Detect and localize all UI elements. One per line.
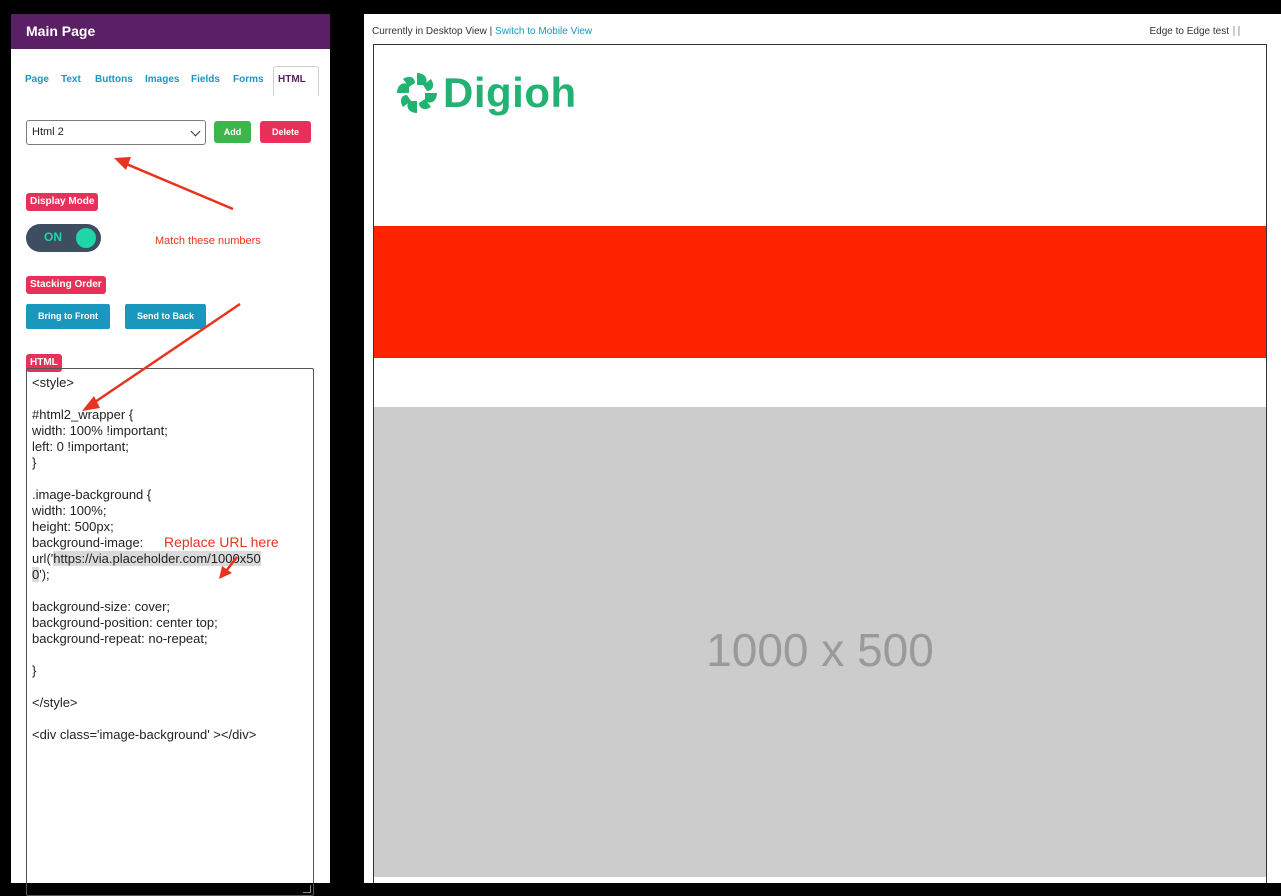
placeholder-image: 1000 x 500 [374,407,1266,877]
code-line: <div class='image-background' ></div> [32,727,257,742]
display-mode-label: Display Mode [26,193,99,211]
tab-buttons[interactable]: Buttons [95,74,133,85]
annotation-replace-url: Replace URL here [164,534,279,550]
red-banner-block [374,226,1266,358]
code-line: '); [39,567,50,582]
tab-text[interactable]: Text [61,74,81,85]
digioh-logo-icon [397,73,437,113]
code-line: <style> [32,375,74,390]
switch-to-mobile-link[interactable]: Switch to Mobile View [495,26,592,37]
highlighted-url: https://via.placeholder.com/1000x50 [53,551,261,566]
tab-forms[interactable]: Forms [233,74,264,85]
test-name: Edge to Edge test [1149,26,1229,37]
code-line: width: 100% !important; [32,423,168,438]
code-line: background-repeat: no-repeat; [32,631,208,646]
code-line: background-size: cover; [32,599,171,614]
bring-to-front-button[interactable]: Bring to Front [26,304,110,329]
tab-fields[interactable]: Fields [191,74,220,85]
code-line: width: 100%; [32,503,107,518]
stacking-order-label: Stacking Order [26,276,106,294]
tab-page[interactable]: Page [25,74,49,85]
html-block-select-value: Html 2 [32,126,64,138]
code-line: height: 500px; [32,519,114,534]
editor-panel: Main Page Page Text Buttons Images Field… [11,14,330,896]
code-line: background-image: [32,535,144,550]
pause-icon[interactable] [1233,26,1241,36]
code-line: url(' [32,551,54,566]
delete-button[interactable]: Delete [260,121,311,143]
code-line: left: 0 !important; [32,439,129,454]
code-line: #html2_wrapper { [32,407,134,422]
code-line: } [32,663,37,678]
preview-canvas: Digioh 1000 x 500 [364,43,1281,883]
tab-images[interactable]: Images [145,74,179,85]
editor-tabs: Page Text Buttons Images Fields Forms HT… [22,64,320,96]
display-mode-toggle[interactable]: ON [26,224,101,252]
view-status-text: Currently in Desktop View | [372,26,496,37]
panel-title: Main Page [11,14,330,49]
logo-text: Digioh [443,69,577,116]
html-code-textarea[interactable]: <style> #html2_wrapper { width: 100% !im… [26,368,314,896]
digioh-logo: Digioh [395,69,577,117]
code-line: } [32,455,37,470]
code-line: .image-background { [32,487,152,502]
html-block-select[interactable]: Html 2 [26,120,206,145]
chevron-down-icon [190,126,201,137]
toggle-state-label: ON [44,230,62,244]
toggle-knob [76,228,96,248]
placeholder-size-label: 1000 x 500 [706,624,934,676]
view-status: Currently in Desktop View | Switch to Mo… [372,26,592,37]
resize-handle[interactable] [303,885,311,893]
code-line: </style> [32,695,78,710]
tab-html[interactable]: HTML [278,74,306,85]
code-line: background-position: center top; [32,615,218,630]
send-to-back-button[interactable]: Send to Back [125,304,206,329]
preview-toolbar: Currently in Desktop View | Switch to Mo… [364,14,1281,43]
annotation-match-numbers: Match these numbers [155,235,261,247]
add-button[interactable]: Add [214,121,251,143]
